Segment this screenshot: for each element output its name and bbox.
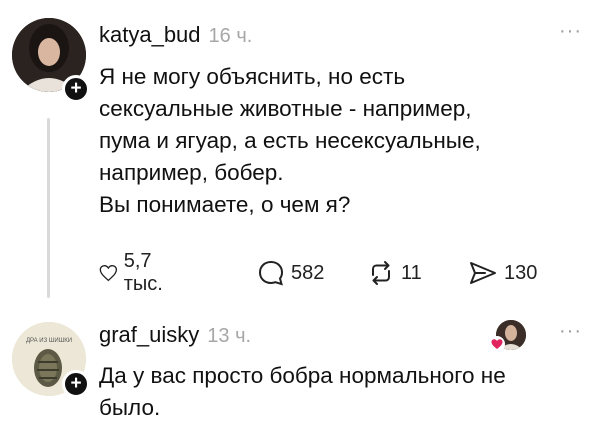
post-text: Да у вас просто бобра нормального не был… (99, 363, 506, 420)
reply-button[interactable]: 582 (257, 256, 324, 290)
like-count: 5,7 тыс. (123, 250, 163, 295)
share-button[interactable]: 130 (468, 256, 537, 290)
red-heart-icon (489, 336, 505, 352)
more-options-button[interactable]: ··· (559, 20, 582, 43)
like-button[interactable]: 5,7 тыс. (99, 250, 172, 295)
heart-outline-icon (99, 264, 118, 282)
follow-plus-button[interactable]: + (62, 75, 90, 103)
post-text: Я не могу объяснить, но есть сексуальные… (99, 64, 481, 217)
svg-text:ДРА ИЗ ШИШКИ: ДРА ИЗ ШИШКИ (26, 338, 72, 344)
follow-plus-button[interactable]: + (62, 370, 90, 398)
more-options-button[interactable]: ··· (559, 320, 582, 343)
reply-count: 582 (291, 261, 325, 284)
repost-arrows-icon (372, 261, 390, 285)
post-username[interactable]: katya_bud 16 ч. (99, 22, 252, 48)
paper-plane-icon (470, 262, 496, 284)
post-time: 13 ч. (207, 325, 252, 347)
share-count: 130 (504, 261, 538, 284)
post-username[interactable]: graf_uisky 13 ч. (99, 322, 251, 348)
repost-button[interactable]: 11 (367, 256, 422, 290)
repost-count: 11 (401, 261, 422, 284)
speech-bubble-icon (258, 260, 284, 286)
thread-line (47, 118, 50, 298)
post-time: 16 ч. (208, 25, 253, 47)
